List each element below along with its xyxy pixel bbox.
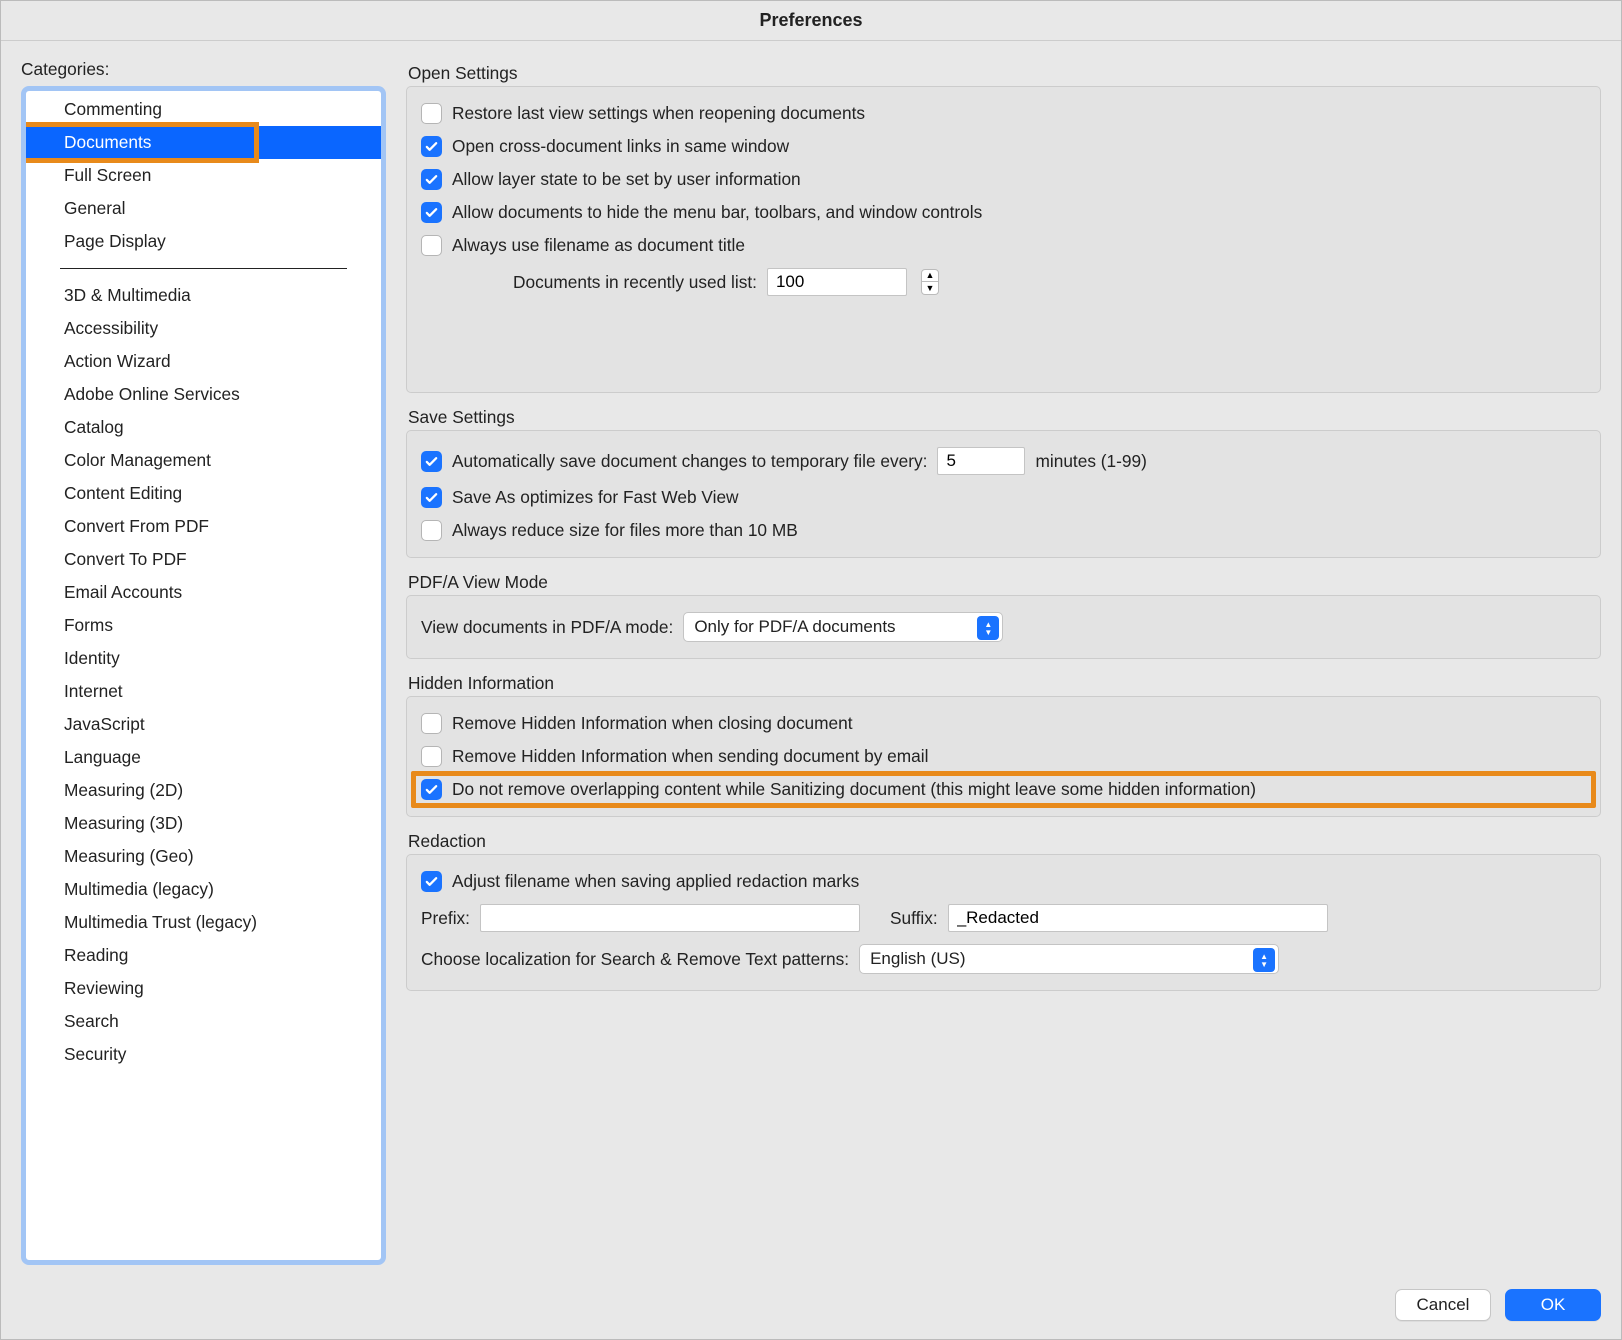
category-item-pagedisplay[interactable]: Page Display (26, 225, 381, 258)
pdfa-title: PDF/A View Mode (408, 572, 1599, 593)
window-title: Preferences (1, 1, 1621, 41)
save-settings-group: Automatically save document changes to t… (406, 430, 1601, 558)
recent-list-stepper[interactable]: ▲ ▼ (921, 269, 939, 295)
open-settings-title: Open Settings (408, 63, 1599, 84)
reduce-size-checkbox[interactable] (421, 520, 442, 541)
save-settings-title: Save Settings (408, 407, 1599, 428)
recent-list-label: Documents in recently used list: (513, 272, 757, 293)
category-item[interactable]: JavaScript (26, 708, 381, 741)
category-item[interactable]: Identity (26, 642, 381, 675)
main-panel: Open Settings Restore last view settings… (406, 59, 1601, 1265)
redaction-group: Adjust filename when saving applied reda… (406, 854, 1601, 991)
category-item[interactable]: Email Accounts (26, 576, 381, 609)
suffix-input[interactable] (948, 904, 1328, 932)
suffix-label: Suffix: (890, 908, 938, 929)
localization-label: Choose localization for Search & Remove … (421, 949, 849, 970)
select-arrows-icon: ▲▼ (1253, 948, 1275, 972)
crosslinks-checkbox[interactable] (421, 136, 442, 157)
redaction-title: Redaction (408, 831, 1599, 852)
autosave-label-pre: Automatically save document changes to t… (452, 451, 927, 472)
filename-title-label: Always use filename as document title (452, 235, 745, 256)
pdfa-mode-value: Only for PDF/A documents (694, 617, 895, 637)
sanitize-checkbox[interactable] (421, 779, 442, 800)
restore-view-label: Restore last view settings when reopenin… (452, 103, 865, 124)
filename-title-checkbox[interactable] (421, 235, 442, 256)
select-arrows-icon: ▲▼ (977, 616, 999, 640)
preferences-window: Preferences Categories: Commenting Docum… (0, 0, 1622, 1340)
pdfa-mode-select[interactable]: Only for PDF/A documents ▲▼ (683, 612, 1003, 642)
restore-view-checkbox[interactable] (421, 103, 442, 124)
category-item[interactable]: Multimedia Trust (legacy) (26, 906, 381, 939)
category-item[interactable]: Reviewing (26, 972, 381, 1005)
pdfa-group: View documents in PDF/A mode: Only for P… (406, 595, 1601, 659)
remove-emailing-label: Remove Hidden Information when sending d… (452, 746, 928, 767)
autosave-label-post: minutes (1-99) (1035, 451, 1146, 472)
hidemenu-label: Allow documents to hide the menu bar, to… (452, 202, 982, 223)
reduce-size-label: Always reduce size for files more than 1… (452, 520, 798, 541)
category-item[interactable]: Action Wizard (26, 345, 381, 378)
category-item[interactable]: Convert From PDF (26, 510, 381, 543)
category-item[interactable]: Content Editing (26, 477, 381, 510)
categories-label: Categories: (21, 59, 386, 80)
category-item[interactable]: Language (26, 741, 381, 774)
category-item[interactable]: Reading (26, 939, 381, 972)
dialog-footer: Cancel OK (1, 1283, 1621, 1339)
layerstate-checkbox[interactable] (421, 169, 442, 190)
autosave-minutes-input[interactable] (937, 447, 1025, 475)
category-item-fullscreen[interactable]: Full Screen (26, 159, 381, 192)
category-item[interactable]: Measuring (3D) (26, 807, 381, 840)
sidebar: Categories: Commenting Documents Full Sc… (21, 59, 386, 1265)
adjust-filename-checkbox[interactable] (421, 871, 442, 892)
sanitize-label: Do not remove overlapping content while … (452, 779, 1256, 800)
localization-select[interactable]: English (US) ▲▼ (859, 944, 1279, 974)
category-item[interactable]: Accessibility (26, 312, 381, 345)
stepper-up-icon[interactable]: ▲ (921, 269, 939, 282)
crosslinks-label: Open cross-document links in same window (452, 136, 789, 157)
recent-list-input[interactable] (767, 268, 907, 296)
localization-value: English (US) (870, 949, 965, 969)
remove-closing-label: Remove Hidden Information when closing d… (452, 713, 853, 734)
category-item-commenting[interactable]: Commenting (26, 93, 381, 126)
prefix-input[interactable] (480, 904, 860, 932)
category-separator (60, 268, 347, 269)
category-item[interactable]: Adobe Online Services (26, 378, 381, 411)
category-item[interactable]: Measuring (2D) (26, 774, 381, 807)
category-item-documents[interactable]: Documents (26, 126, 381, 159)
category-item[interactable]: Convert To PDF (26, 543, 381, 576)
pdfa-label: View documents in PDF/A mode: (421, 617, 673, 638)
categories-list[interactable]: Commenting Documents Full Screen General… (21, 86, 386, 1265)
category-item[interactable]: Multimedia (legacy) (26, 873, 381, 906)
fastweb-checkbox[interactable] (421, 487, 442, 508)
adjust-filename-label: Adjust filename when saving applied reda… (452, 871, 859, 892)
category-item[interactable]: Internet (26, 675, 381, 708)
category-item[interactable]: Color Management (26, 444, 381, 477)
category-item[interactable]: Security (26, 1038, 381, 1071)
hidemenu-checkbox[interactable] (421, 202, 442, 223)
hidden-group: Remove Hidden Information when closing d… (406, 696, 1601, 817)
cancel-button[interactable]: Cancel (1395, 1289, 1491, 1321)
remove-emailing-checkbox[interactable] (421, 746, 442, 767)
category-item[interactable]: 3D & Multimedia (26, 279, 381, 312)
category-item[interactable]: Measuring (Geo) (26, 840, 381, 873)
layerstate-label: Allow layer state to be set by user info… (452, 169, 801, 190)
remove-closing-checkbox[interactable] (421, 713, 442, 734)
autosave-checkbox[interactable] (421, 451, 442, 472)
hidden-title: Hidden Information (408, 673, 1599, 694)
category-item[interactable]: Catalog (26, 411, 381, 444)
fastweb-label: Save As optimizes for Fast Web View (452, 487, 739, 508)
ok-button[interactable]: OK (1505, 1289, 1601, 1321)
prefix-label: Prefix: (421, 908, 470, 929)
category-item[interactable]: Search (26, 1005, 381, 1038)
category-item-general[interactable]: General (26, 192, 381, 225)
category-item[interactable]: Forms (26, 609, 381, 642)
stepper-down-icon[interactable]: ▼ (921, 282, 939, 295)
open-settings-group: Restore last view settings when reopenin… (406, 86, 1601, 393)
